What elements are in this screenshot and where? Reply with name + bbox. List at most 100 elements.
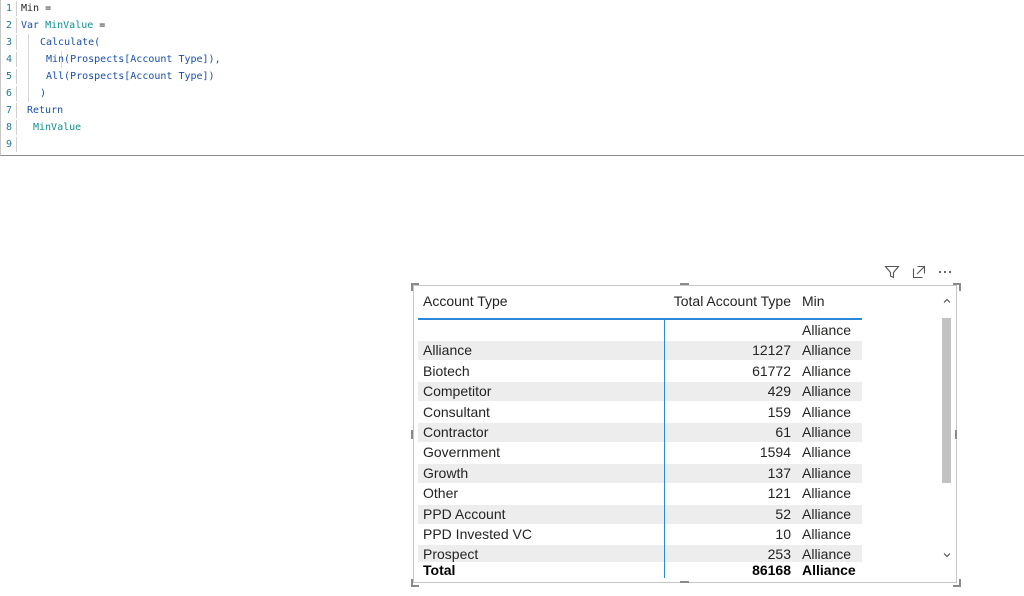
code-line: 6) bbox=[1, 85, 601, 102]
min-cell: Alliance bbox=[802, 444, 852, 461]
focus-mode-icon[interactable] bbox=[911, 264, 927, 280]
total-label: Total bbox=[423, 562, 456, 578]
code-token: Min = bbox=[21, 3, 52, 14]
account-type-cell: PPD Invested VC bbox=[423, 526, 532, 542]
scrollbar-thumb[interactable] bbox=[942, 318, 951, 483]
indent-guide bbox=[28, 34, 29, 51]
total-account-type-cell: 12127 bbox=[752, 342, 791, 359]
indent-guide bbox=[28, 51, 29, 68]
min-cell: Alliance bbox=[802, 383, 852, 400]
code-line: 3 Calculate( bbox=[1, 34, 601, 51]
code-line: 8 MinValue bbox=[1, 119, 601, 136]
filter-icon[interactable] bbox=[884, 264, 900, 280]
resize-handle[interactable] bbox=[411, 283, 419, 291]
account-type-cell: PPD Account bbox=[423, 505, 506, 522]
total-value: 86168 bbox=[752, 562, 791, 578]
code-text: MinValue bbox=[33, 119, 81, 136]
code-token: Calculate( bbox=[40, 37, 101, 48]
code-text: ) bbox=[40, 85, 46, 102]
line-number: 5 bbox=[6, 71, 13, 82]
line-number: 6 bbox=[6, 88, 13, 99]
code-token: MinValue bbox=[33, 122, 82, 133]
code-text: Min = bbox=[21, 0, 51, 17]
gutter-line bbox=[16, 52, 17, 67]
total-min: Alliance bbox=[802, 562, 856, 578]
gutter-line bbox=[16, 18, 17, 33]
line-number: 7 bbox=[6, 105, 13, 116]
account-type-cell: Competitor bbox=[423, 383, 492, 400]
resize-handle[interactable] bbox=[411, 430, 413, 439]
row-band bbox=[418, 463, 862, 483]
code-token: ) bbox=[40, 88, 47, 99]
code-line: 2 Var MinValue = bbox=[1, 17, 601, 34]
total-account-type-cell: 137 bbox=[767, 464, 791, 481]
total-account-type-cell: 121 bbox=[767, 485, 791, 502]
column-header-total-account-type[interactable]: Total Account Type bbox=[668, 292, 791, 310]
gutter-line bbox=[16, 86, 17, 101]
column-header-min[interactable]: Min bbox=[802, 292, 825, 310]
scroll-down-arrow-icon[interactable] bbox=[941, 549, 953, 561]
total-account-type-cell: 159 bbox=[767, 403, 791, 420]
total-account-type-cell: 61772 bbox=[752, 362, 791, 379]
account-type-cell: Growth bbox=[423, 464, 469, 481]
code-text: Calculate( bbox=[40, 34, 100, 51]
dax-formula-editor[interactable]: 1 Min = 2 Var MinValue = 3 Calculate( 4 Min(Pro… bbox=[0, 0, 1024, 156]
gutter-line bbox=[16, 120, 17, 135]
resize-handle[interactable] bbox=[680, 581, 689, 583]
total-account-type-cell: 10 bbox=[775, 526, 791, 542]
code-text: All(Prospects[Account Type]) bbox=[46, 68, 215, 85]
resize-handle[interactable] bbox=[953, 283, 961, 291]
indent-guide bbox=[28, 85, 29, 102]
code-line: 1 Min = bbox=[1, 0, 601, 17]
total-account-type-cell bbox=[668, 320, 791, 340]
account-type-cell: Contractor bbox=[423, 424, 489, 440]
gutter-line bbox=[16, 69, 17, 84]
line-number: 2 bbox=[6, 20, 13, 31]
column-header-account-type[interactable]: Account Type bbox=[423, 292, 508, 310]
min-cell: Alliance bbox=[802, 424, 852, 440]
gutter-line bbox=[16, 137, 17, 152]
min-cell: Alliance bbox=[802, 485, 852, 502]
code-token: Var bbox=[21, 20, 46, 31]
code-token: MinValue bbox=[45, 20, 94, 31]
code-token: = bbox=[93, 20, 106, 31]
account-type-cell: Alliance bbox=[423, 342, 473, 359]
scroll-up-arrow-icon[interactable] bbox=[941, 295, 953, 307]
line-number: 1 bbox=[6, 3, 13, 14]
indent-guide bbox=[28, 68, 29, 85]
resize-handle[interactable] bbox=[955, 430, 957, 439]
gutter-line bbox=[16, 1, 17, 16]
line-number: 9 bbox=[6, 139, 13, 150]
line-number: 3 bbox=[6, 37, 13, 48]
account-type-cell: Other bbox=[423, 485, 459, 502]
min-cell: Alliance bbox=[802, 526, 852, 542]
total-account-type-cell: 1594 bbox=[759, 444, 791, 461]
visual-header bbox=[884, 264, 956, 280]
min-cell: Alliance bbox=[802, 362, 852, 379]
code-text: Min(Prospects[Account Type]), bbox=[46, 51, 221, 68]
column-divider bbox=[664, 320, 665, 578]
total-account-type-cell: 429 bbox=[767, 383, 791, 400]
total-account-type-cell: 61 bbox=[775, 424, 791, 440]
min-cell: Alliance bbox=[802, 403, 852, 420]
line-number: 8 bbox=[6, 122, 13, 133]
vertical-scrollbar[interactable] bbox=[941, 293, 953, 563]
account-type-cell: Government bbox=[423, 444, 501, 461]
code-token: Return bbox=[27, 105, 64, 116]
min-cell: Alliance bbox=[802, 464, 852, 481]
resize-handle[interactable] bbox=[680, 283, 689, 285]
code-text: Return bbox=[27, 102, 63, 119]
resize-handle[interactable] bbox=[953, 579, 961, 587]
table-body: Alliance Alliance 12127 Alliance Biotech 6177… bbox=[418, 320, 940, 562]
code-token: Min(Prospects[Account Type]), bbox=[46, 54, 221, 65]
line-number: 4 bbox=[6, 54, 13, 65]
code-line: 4 Min(Prospects[Account Type]), bbox=[1, 51, 601, 68]
code-text: Var MinValue = bbox=[21, 17, 105, 34]
account-type-cell: Consultant bbox=[423, 403, 490, 420]
resize-handle[interactable] bbox=[411, 579, 419, 587]
row-band bbox=[418, 341, 862, 361]
gutter-line bbox=[16, 103, 17, 118]
more-options-icon[interactable] bbox=[937, 264, 953, 280]
code-line: 9 bbox=[1, 136, 601, 153]
code-token: All(Prospects[Account Type]) bbox=[46, 71, 215, 82]
